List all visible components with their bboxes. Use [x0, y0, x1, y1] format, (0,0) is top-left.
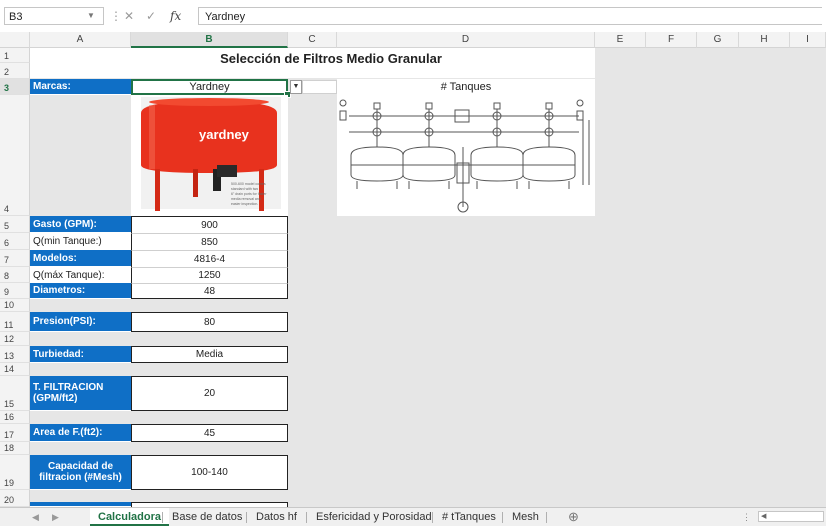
row-header-17[interactable]: 17 [0, 424, 30, 442]
tank-brand-text: yardney [199, 127, 250, 142]
filtracion-label-line2: (GPM/ft2) [33, 393, 78, 404]
horizontal-scrollbar[interactable]: ◀ [758, 511, 824, 522]
area-value[interactable]: 45 [131, 424, 288, 442]
tanques-header: # Tanques [337, 79, 595, 95]
chevron-down-icon[interactable]: ▼ [82, 7, 100, 25]
sheet-title: Selección de Filtros Medio Granular [220, 51, 442, 66]
cancel-icon[interactable]: ✕ [124, 8, 134, 24]
row-header-4[interactable]: 4 [0, 95, 30, 216]
tab-esfericidad[interactable]: Esfericidad y Porosidad [308, 508, 440, 526]
tab-datos-hf[interactable]: Datos hf [248, 508, 305, 526]
row-header-12[interactable]: 12 [0, 332, 30, 346]
area-label[interactable]: Area de F.(ft2): [30, 424, 131, 442]
tab-calculadora[interactable]: Calculadora [90, 508, 169, 526]
select-all-corner[interactable] [0, 32, 30, 48]
modelos-value[interactable]: 4816-4 [131, 250, 288, 267]
turbiedad-label[interactable]: Turbiedad: [30, 346, 131, 363]
svg-text:6" drain ports for faster: 6" drain ports for faster [231, 192, 267, 196]
capacidad-value[interactable]: 100-140 [131, 455, 288, 490]
row-header-20[interactable]: 20 [0, 490, 30, 507]
column-header-b[interactable]: B [131, 32, 288, 48]
diametros-value[interactable]: 48 [131, 283, 288, 299]
modelos-label[interactable]: Modelos: [30, 250, 131, 267]
svg-text:media removal and: media removal and [231, 197, 261, 201]
svg-text:500-600 model comes: 500-600 model comes [231, 182, 266, 186]
qmax-value[interactable]: 1250 [131, 267, 288, 283]
row-header-18[interactable]: 18 [0, 442, 30, 455]
more-options-icon: ⋮ [110, 9, 122, 23]
filtracion-label-line1: T. FILTRACION [33, 382, 104, 393]
dropdown-arrow-icon[interactable]: ▼ [290, 80, 302, 94]
column-header-f[interactable]: F [646, 32, 697, 48]
filtracion-label[interactable]: T. FILTRACION (GPM/ft2) [30, 376, 131, 411]
qmin-value[interactable]: 850 [131, 233, 288, 250]
column-header-e[interactable]: E [595, 32, 646, 48]
presion-label[interactable]: Presion(PSI): [30, 312, 131, 332]
row-header-2[interactable]: 2 [0, 63, 30, 79]
tab-base-de-datos[interactable]: Base de datos [164, 508, 250, 526]
filtracion-value[interactable]: 20 [131, 376, 288, 411]
row-header-16[interactable]: 16 [0, 411, 30, 424]
tank-layout-diagram[interactable] [337, 95, 595, 216]
capacidad-label-line2: filtracion (#Mesh) [39, 472, 122, 483]
tank-product-image[interactable]: yardney 500-600 model comes standard wit… [131, 95, 288, 216]
capacidad-label-line1: Capacidad de [47, 461, 114, 472]
cell-c3[interactable] [302, 80, 337, 94]
add-sheet-icon[interactable]: ⊕ [560, 508, 587, 526]
row-header-6[interactable]: 6 [0, 233, 30, 250]
scroll-left-icon[interactable]: ◀ [761, 512, 766, 521]
row-header-9[interactable]: 9 [0, 283, 30, 299]
presion-value[interactable]: 80 [131, 312, 288, 332]
tab-scroll-right-icon[interactable]: ▶ [52, 508, 59, 526]
svg-text:standard with two: standard with two [231, 187, 258, 191]
tab-mesh[interactable]: Mesh [504, 508, 547, 526]
row-header-13[interactable]: 13 [0, 346, 30, 363]
turbiedad-value[interactable]: Media [131, 346, 288, 363]
row-header-1[interactable]: 1 [0, 48, 30, 63]
formula-input[interactable]: Yardney [198, 7, 822, 25]
tab-ttanques[interactable]: # tTanques [434, 508, 504, 526]
capacidad-label[interactable]: Capacidad de filtracion (#Mesh) [30, 455, 131, 490]
row-header-10[interactable]: 10 [0, 299, 30, 312]
diametros-label[interactable]: Diametros: [30, 283, 131, 299]
insert-function-icon[interactable]: fx [170, 8, 181, 24]
qmax-label[interactable]: Q(máx Tanque): [30, 267, 131, 283]
qmin-label[interactable]: Q(min Tanque:) [30, 233, 131, 250]
row-header-5[interactable]: 5 [0, 216, 30, 233]
row-header-11[interactable]: 11 [0, 312, 30, 332]
column-header-i[interactable]: I [790, 32, 826, 48]
svg-text:easier inspection.: easier inspection. [231, 202, 258, 206]
marcas-label[interactable]: Marcas: [30, 79, 131, 95]
gasto-value[interactable]: 900 [131, 216, 288, 233]
column-header-c[interactable]: C [288, 32, 337, 48]
column-header-h[interactable]: H [739, 32, 790, 48]
row-header-8[interactable]: 8 [0, 267, 30, 283]
row-header-14[interactable]: 14 [0, 363, 30, 376]
row-header-15[interactable]: 15 [0, 376, 30, 411]
row-header-3[interactable]: 3 [0, 79, 30, 95]
row-header-7[interactable]: 7 [0, 250, 30, 267]
gasto-label[interactable]: Gasto (GPM): [30, 216, 131, 233]
column-header-a[interactable]: A [30, 32, 131, 48]
column-header-d[interactable]: D [337, 32, 595, 48]
sheet-tab-bar: ◀ ▶ Calculadora Base de datos Datos hf E… [0, 507, 826, 526]
tab-scroll-left-icon[interactable]: ◀ [32, 508, 39, 526]
tab-split-icon[interactable]: ⋮ [742, 508, 751, 526]
column-header-g[interactable]: G [697, 32, 739, 48]
formula-bar: B3 ▼ ⋮ ✕ ✓ fx Yardney [0, 0, 826, 33]
marcas-select-cell[interactable]: Yardney [131, 79, 288, 95]
enter-icon[interactable]: ✓ [146, 8, 156, 24]
row-header-19[interactable]: 19 [0, 455, 30, 490]
